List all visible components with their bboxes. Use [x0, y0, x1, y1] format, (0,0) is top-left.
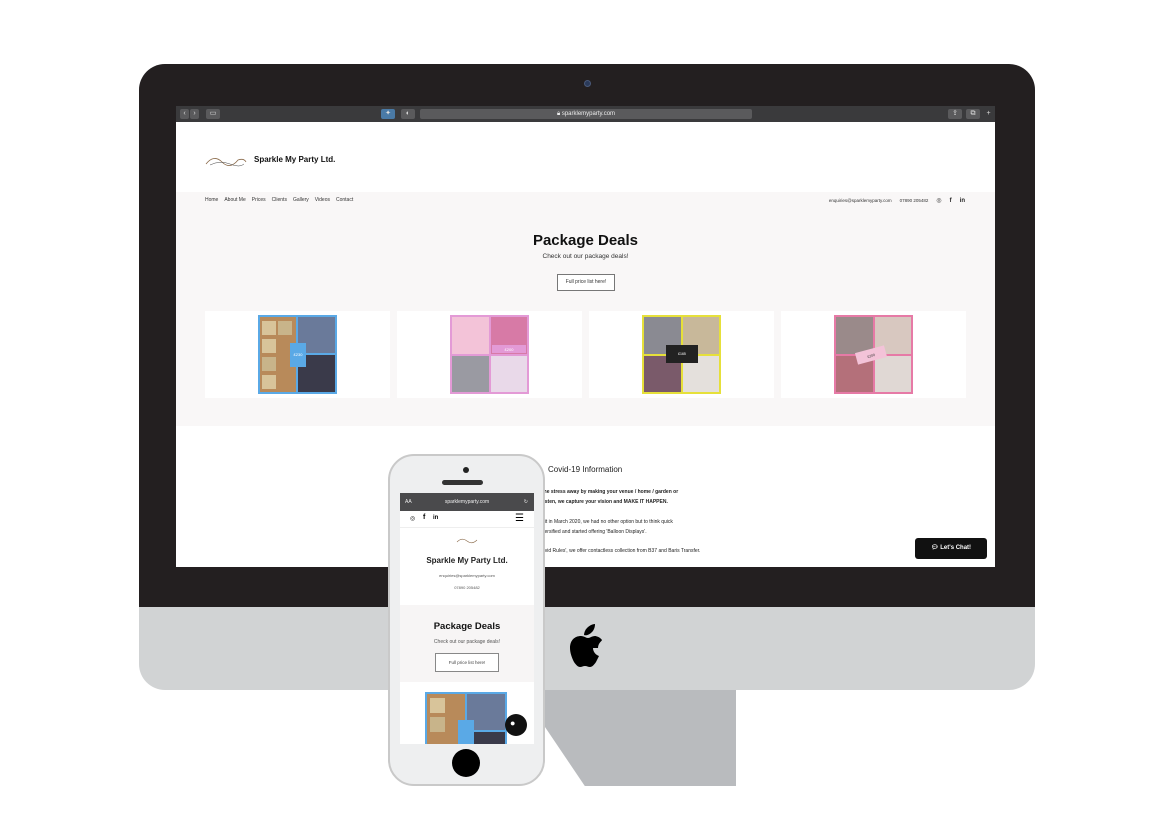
package-card-2[interactable]: £200: [397, 311, 582, 398]
mobile-screen: AA sparklemyparty.com ↻ ◎ f in ☰ Sparkle…: [400, 493, 534, 744]
package-card-1[interactable]: £230: [205, 311, 390, 398]
linkedin-icon[interactable]: in: [960, 198, 965, 204]
mobile-price-list-button[interactable]: Full price list here!: [435, 653, 499, 672]
package-image-4: £200: [834, 315, 913, 394]
package-deals-subtitle: Check out our package deals!: [542, 253, 629, 260]
mobile-social-bar: ◎ f in ☰: [400, 511, 534, 528]
mobile-address-bar[interactable]: AA sparklemyparty.com ↻: [400, 493, 534, 511]
mobile-phone[interactable]: 07890 205482: [400, 585, 534, 590]
device-mockup: ‹ › ▭ ✦ ◐ 🔒︎ sparklemyparty.com ⇪ ⧉ + Sp…: [0, 0, 1150, 837]
covid-line-4: versified and started offering 'Balloon …: [542, 529, 647, 535]
covid-title: Covid-19 Information: [548, 465, 623, 474]
svg-text:£230: £230: [294, 352, 304, 357]
site-logo[interactable]: [204, 152, 248, 168]
browser-toolbar: ‹ › ▭ ✦ ◐ 🔒︎ sparklemyparty.com ⇪ ⧉ +: [176, 106, 995, 122]
mobile-package-subtitle: Check out our package deals!: [433, 639, 501, 645]
url-text: sparklemyparty.com: [561, 111, 616, 117]
mobile-package-image[interactable]: [425, 692, 507, 744]
speaker-grille: [442, 480, 483, 485]
covid-line-5: avid Rules', we offer contactless collec…: [542, 548, 701, 554]
front-camera-icon: [463, 467, 469, 473]
reload-icon[interactable]: ↻: [524, 493, 528, 511]
nav-videos[interactable]: Videos: [315, 197, 330, 203]
mobile-package-title: Package Deals: [433, 621, 501, 632]
svg-text:£165: £165: [678, 352, 686, 356]
nav-contact[interactable]: Contact: [336, 197, 353, 203]
extension-icon[interactable]: ✦: [381, 109, 395, 119]
menu-icon[interactable]: ☰: [515, 513, 524, 524]
covid-line-1: the stress away by making your venue / h…: [542, 489, 679, 495]
desktop-screen: ‹ › ▭ ✦ ◐ 🔒︎ sparklemyparty.com ⇪ ⧉ + Sp…: [176, 106, 995, 567]
mobile-chat-button[interactable]: ●: [505, 714, 527, 736]
site-header: Sparkle My Party Ltd.: [176, 122, 995, 192]
chat-label: Let's Chat!: [940, 545, 972, 551]
mobile-site-name[interactable]: Sparkle My Party Ltd.: [400, 556, 534, 565]
site-name[interactable]: Sparkle My Party Ltd.: [254, 155, 335, 164]
linkedin-icon[interactable]: in: [433, 515, 438, 521]
phone-link[interactable]: 07890 205482: [900, 198, 929, 203]
nav-about-me[interactable]: About Me: [224, 197, 245, 203]
address-bar[interactable]: 🔒︎ sparklemyparty.com: [420, 109, 752, 119]
tabs-button[interactable]: ⧉: [966, 109, 980, 119]
lock-icon: 🔒︎: [556, 111, 561, 117]
nav-home[interactable]: Home: [205, 197, 218, 203]
instagram-icon[interactable]: ◎: [936, 197, 941, 204]
share-button[interactable]: ⇪: [948, 109, 962, 119]
nav-prices[interactable]: Prices: [252, 197, 266, 203]
mobile-url: sparklemyparty.com: [444, 499, 490, 505]
chat-bubble-icon: ●: [510, 718, 516, 728]
full-price-list-button[interactable]: Full price list here!: [557, 274, 615, 291]
camera-icon: [584, 80, 591, 87]
package-deals-title: Package Deals: [532, 232, 639, 249]
mobile-package-section: Package Deals Check out our package deal…: [400, 605, 534, 682]
mobile-site-logo[interactable]: [456, 536, 478, 544]
new-tab-button[interactable]: +: [984, 109, 993, 119]
package-image-3: £165: [642, 315, 721, 394]
facebook-icon[interactable]: f: [423, 514, 425, 521]
back-button[interactable]: ‹: [180, 109, 189, 119]
nav-clients[interactable]: Clients: [272, 197, 287, 203]
sidebar-button[interactable]: ▭: [206, 109, 220, 119]
privacy-icon[interactable]: ◐: [401, 109, 415, 119]
package-section: Home About Me Prices Clients Gallery Vid…: [176, 192, 995, 426]
package-image-2: £200: [450, 315, 529, 394]
package-card-3[interactable]: £165: [589, 311, 774, 398]
phone-frame: AA sparklemyparty.com ↻ ◎ f in ☰ Sparkle…: [388, 454, 545, 786]
nav-gallery[interactable]: Gallery: [293, 197, 309, 203]
home-button[interactable]: [452, 749, 480, 777]
email-link[interactable]: enquiries@sparklemyparty.com: [829, 198, 892, 203]
main-nav: Home About Me Prices Clients Gallery Vid…: [205, 197, 353, 203]
instagram-icon[interactable]: ◎: [410, 515, 415, 522]
chat-bubble-icon: 💬︎: [930, 545, 939, 551]
svg-text:£200: £200: [505, 347, 515, 352]
contact-info: enquiries@sparklemyparty.com 07890 20548…: [829, 197, 965, 205]
imac-stand: [520, 690, 736, 786]
facebook-icon[interactable]: f: [950, 198, 952, 204]
covid-line-3: hit in March 2020, we had no other optio…: [542, 519, 673, 525]
covid-line-2: listen, we capture your vision and MAKE …: [542, 499, 668, 505]
forward-button[interactable]: ›: [190, 109, 199, 119]
package-card-4[interactable]: £200: [781, 311, 966, 398]
mobile-email[interactable]: enquiries@sparklemyparty.com: [400, 573, 534, 578]
apple-logo-icon: [570, 624, 602, 667]
package-image-1: £230: [258, 315, 337, 394]
lets-chat-button[interactable]: 💬︎ Let's Chat!: [915, 538, 987, 559]
